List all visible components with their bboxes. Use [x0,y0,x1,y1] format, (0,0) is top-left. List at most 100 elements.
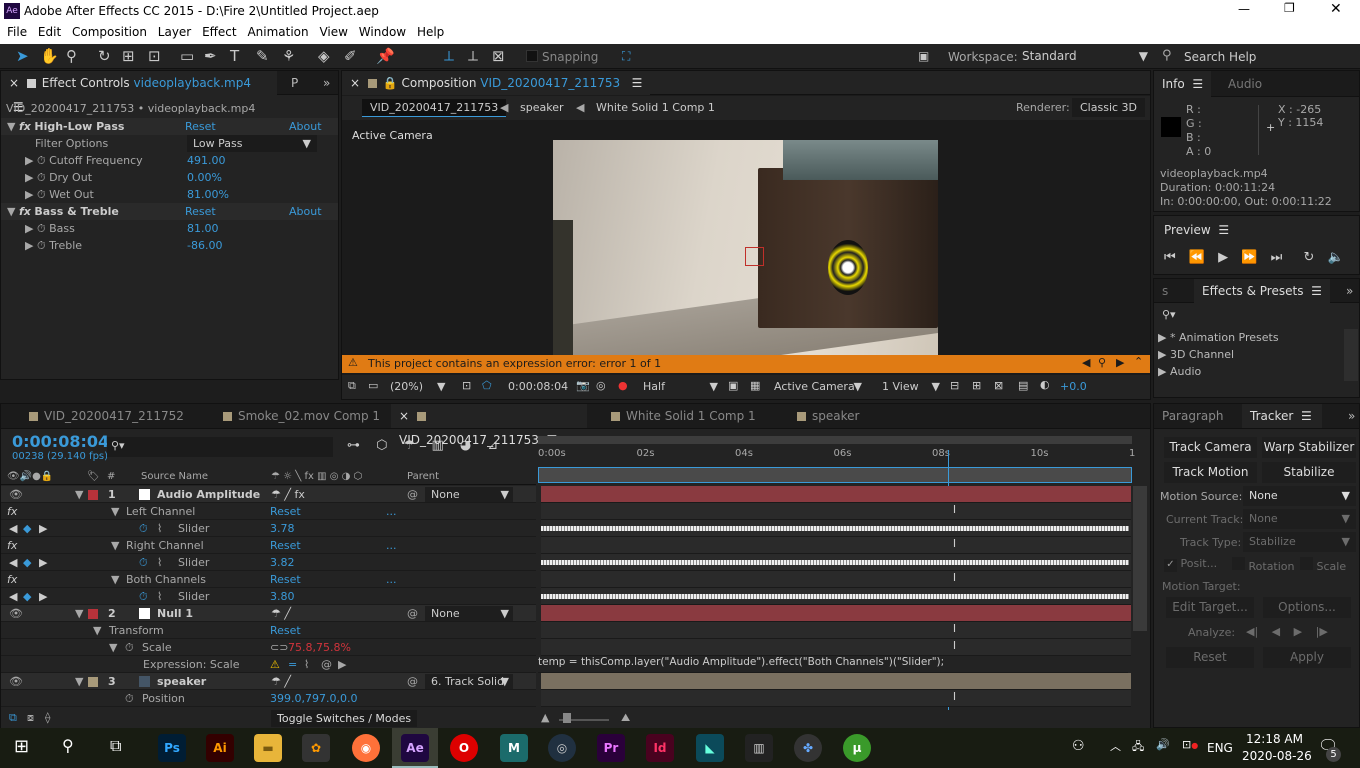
layer-name[interactable]: speaker [157,673,206,690]
toggle-pixel-aspect-icon[interactable]: ⊟ [950,379,959,392]
panel-menu-icon[interactable]: ☰ [1192,77,1203,91]
tab-effects-presets[interactable]: Effects & Presets ☰ [1194,279,1330,303]
twirl-down-icon[interactable]: ▼ [75,486,83,503]
expand-transfer-controls-icon[interactable]: ⧇ [27,711,34,725]
property-row[interactable]: fx ▼ Right Channel Reset... [1,537,536,554]
tab-info[interactable]: Info ☰ [1154,71,1212,97]
eye-icon[interactable]: 👁 [9,486,23,503]
layer-name[interactable]: Audio Amplitude [157,486,260,503]
network-icon[interactable]: 🖧 [1132,738,1144,757]
parent-select[interactable]: 6. Track Solid ▼ [425,674,513,689]
tab-effect-controls[interactable]: × Effect Controls videoplayback.mp4 ☰ [1,71,277,114]
keyframe-next-icon[interactable]: ▶ [39,554,47,571]
brush-tool-icon[interactable]: ✎ [256,47,269,65]
maximize-button[interactable]: ❐ [1284,1,1295,15]
zoom-out-icon[interactable]: ▲ [541,711,549,724]
workspace-select[interactable]: Standard ▼ [1018,47,1154,66]
eye-icon[interactable]: 👁 [9,605,23,622]
parent-select[interactable]: None ▼ [425,606,513,621]
property-row[interactable]: ◀ ◆ ▶ ⏱ ⌇ Slider 3.82 [1,554,536,571]
photoshop-icon[interactable]: Ps [158,734,186,762]
tab-paragraph[interactable]: Paragraph [1154,404,1231,428]
monitor-icon[interactable]: ▭ [368,379,378,392]
crumb-active[interactable]: VID_20200417_211753 [362,99,507,117]
fx-icon[interactable]: fx [7,537,17,554]
stopwatch-icon[interactable]: ⏱ [139,554,148,571]
zoom-navigator[interactable] [538,467,1132,483]
wet-out-value[interactable]: 81.00% [187,186,229,203]
source-name-header[interactable]: Source Name [141,468,208,485]
next-frame-icon[interactable]: ⏩ [1241,250,1257,265]
reset-button[interactable]: Reset [270,571,301,588]
property-row[interactable]: fx ▼ Left Channel Reset... [1,503,536,520]
menu-view[interactable]: View [312,23,347,39]
twirl-down-icon[interactable]: ▼ [93,622,101,639]
overflow-icon[interactable]: » [1340,404,1360,428]
filter-options-select[interactable]: Low Pass ▼ [187,135,317,152]
maya-icon[interactable]: M [500,734,528,762]
task-view-icon[interactable]: ⧉ [110,736,121,756]
analyze-backward-icon[interactable]: ◀ [1272,625,1280,638]
fx-icon[interactable]: fx [19,205,31,218]
opera-icon[interactable]: O [450,734,478,762]
type-tool-icon[interactable]: T [230,47,239,65]
switches-icons[interactable]: ☂ ╱ [271,673,291,690]
stopwatch-icon[interactable]: ⏱ [37,239,46,252]
pan-behind-tool-icon[interactable]: ⊡ [148,47,161,65]
menu-help[interactable]: Help [410,23,444,39]
graph-icon[interactable]: ⌇ [157,554,162,571]
camera-tool-icon[interactable]: ⊞ [122,47,135,65]
graph-icon[interactable]: ⌇ [157,588,162,605]
close-icon[interactable]: × [350,76,360,90]
edit-target-button[interactable]: Edit Target... [1166,597,1254,618]
close-icon[interactable]: × [9,76,19,90]
pickwhip-icon[interactable]: @ [407,486,418,503]
utorrent-icon[interactable]: µ [843,734,871,762]
timeline-track[interactable] [541,520,1131,537]
twirl-down-icon[interactable]: ▼ [75,673,83,690]
error-collapse-icon[interactable]: ⌃ [1134,355,1143,368]
search-icon[interactable]: ⚲ [62,736,74,755]
layer-duration-bar[interactable] [541,673,1131,690]
effect-options-link[interactable]: ... [386,571,397,588]
effect-options-link[interactable]: ... [386,537,397,554]
pickwhip-icon[interactable]: @ [407,605,418,622]
pickwhip-icon[interactable]: @ [407,673,418,690]
frame-blending-icon[interactable]: ▥ [431,438,443,453]
expand-layer-switches-icon[interactable]: ⧉ [9,711,17,725]
renderer-select[interactable]: Classic 3D [1072,98,1146,117]
zoom-tool-icon[interactable]: ⚲ [66,47,77,65]
windows-start-icon[interactable]: ⊞ [14,736,29,757]
stopwatch-icon[interactable]: ⏱ [139,588,148,605]
crumb-white-solid[interactable]: White Solid 1 Comp 1 [596,101,715,114]
after-effects-icon[interactable]: Ae [401,734,429,762]
menu-window[interactable]: Window [352,23,406,39]
property-value[interactable]: 399.0,797.0,0.0 [270,690,357,707]
keyframe-diamond-icon[interactable]: ◆ [23,520,31,537]
property-row[interactable]: ◀ ◆ ▶ ⏱ ⌇ Slider 3.80 [1,588,536,605]
constrain-proportions-icon[interactable]: ⊂⊃ [270,639,288,656]
property-row[interactable]: ◀ ◆ ▶ ⏱ ⌇ Slider 3.78 [1,520,536,537]
keyframe-next-icon[interactable]: ▶ [39,588,47,605]
timeline-track[interactable]: I [541,503,1131,520]
preset-item[interactable]: ▶ Audio [1158,363,1201,380]
stopwatch-icon[interactable]: ⏱ [37,222,46,235]
layer-row[interactable]: 👁 ▼ 3 speaker ☂ ╱ @6. Track Solid ▼ [1,673,536,690]
composition-viewer[interactable] [553,140,938,355]
shy-icon[interactable]: ☂ [404,438,416,453]
twirl-down-icon[interactable]: ▼ [111,571,119,588]
analyze-back-frame-icon[interactable]: ◀| [1246,625,1258,638]
tab-timeline[interactable]: Smoke_02.mov Comp 1 [215,404,388,428]
tab-timeline-active[interactable]: × VID_20200417_211753 ☰ [391,404,587,447]
menu-file[interactable]: File [0,23,27,39]
stopwatch-icon[interactable]: ⏱ [37,188,46,201]
stopwatch-icon[interactable]: ⏱ [125,639,134,656]
effect-bass-treble[interactable]: ▼ fx Bass & Treble Reset About [1,203,338,220]
property-row[interactable]: ▼ Transform Reset [1,622,536,639]
time-ruler[interactable]: 0:00s 02s 04s 06s 08s 10s 1 [538,434,1135,486]
graph-editor-icon[interactable]: ⊿ [487,438,498,453]
warp-stabilizer-button[interactable]: Warp Stabilizer [1262,437,1356,458]
eraser-tool-icon[interactable]: ◈ [318,47,330,65]
hand-tool-icon[interactable]: ✋ [40,47,59,65]
twirl-down-icon[interactable]: ▼ [109,639,117,656]
